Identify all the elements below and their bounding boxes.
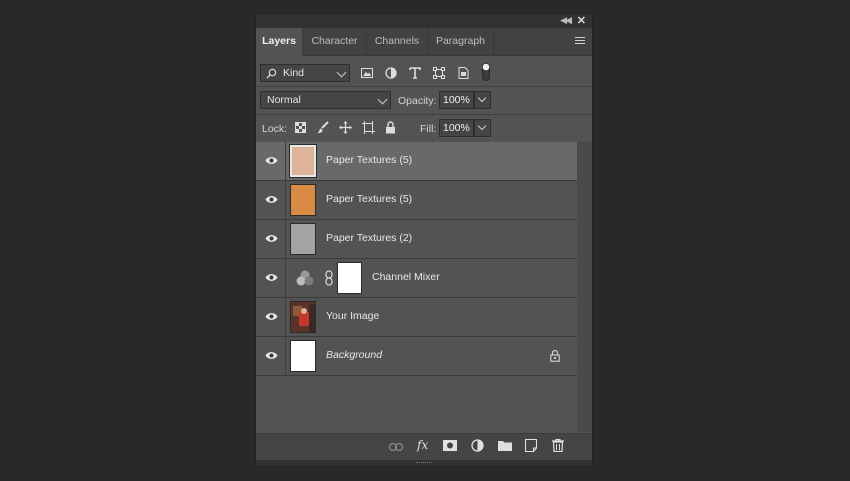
delete-layer-icon[interactable]	[552, 439, 564, 452]
layer-thumbnail	[290, 340, 316, 372]
lock-position-icon[interactable]	[339, 121, 352, 134]
lock-paint-icon[interactable]	[317, 121, 329, 134]
layer-row[interactable]: Your Image	[256, 298, 577, 337]
opacity-label: Opacity:	[398, 95, 437, 107]
layers-bottom-toolbar: fx	[256, 433, 592, 460]
layer-row[interactable]: Paper Textures (2)	[256, 220, 577, 259]
opacity-input[interactable]: 100%	[439, 91, 474, 109]
layer-row[interactable]: Channel Mixer	[256, 259, 577, 298]
layer-row[interactable]: Background	[256, 337, 577, 376]
layer-name[interactable]: Background	[326, 349, 382, 361]
tab-character[interactable]: Character	[303, 28, 367, 55]
new-layer-icon[interactable]	[525, 439, 537, 452]
tab-channels[interactable]: Channels	[367, 28, 428, 55]
layer-thumbnail	[290, 184, 316, 216]
lock-row: Lock: Fill: 100%	[256, 115, 592, 142]
new-adjustment-icon[interactable]	[471, 439, 484, 452]
layer-name[interactable]: Paper Textures (5)	[326, 193, 412, 205]
link-layers-icon[interactable]	[389, 443, 403, 451]
lock-all-icon[interactable]	[385, 121, 396, 134]
layer-name[interactable]: Your Image	[326, 310, 379, 322]
fill-dropdown-button[interactable]	[474, 119, 491, 137]
filter-row: Kind	[256, 56, 592, 86]
visibility-eye-icon[interactable]	[265, 195, 278, 204]
smart-object-filter-icon[interactable]	[457, 67, 469, 79]
fx-icon[interactable]: fx	[417, 438, 428, 452]
filter-toggle-icon[interactable]	[482, 63, 490, 81]
layers-scrollbar[interactable]	[577, 142, 592, 432]
layer-thumbnail	[289, 144, 317, 178]
panel-title-bar: ◀◀ ✕	[256, 14, 592, 28]
lock-icon	[550, 350, 560, 362]
collapse-icon[interactable]: ◀◀	[560, 15, 572, 26]
blend-mode-dropdown[interactable]: Normal	[260, 91, 391, 109]
layer-name[interactable]: Paper Textures (2)	[326, 232, 412, 244]
fill-input[interactable]: 100%	[439, 119, 474, 137]
type-filter-icon[interactable]	[409, 67, 421, 79]
visibility-eye-icon[interactable]	[265, 273, 278, 282]
link-icon[interactable]	[325, 270, 333, 286]
layer-mask-thumbnail[interactable]	[337, 262, 362, 294]
filter-kind-label: Kind	[283, 67, 305, 79]
lock-transparent-icon[interactable]	[295, 122, 306, 133]
tab-bar: Layers Character Channels Paragraph	[256, 28, 592, 56]
image-filter-icon[interactable]	[361, 68, 373, 78]
layer-name[interactable]: Channel Mixer	[372, 271, 440, 283]
visibility-eye-icon[interactable]	[265, 351, 278, 360]
resize-grip[interactable]	[256, 460, 592, 466]
add-mask-icon[interactable]	[443, 440, 457, 451]
filter-kind-dropdown[interactable]: Kind	[260, 64, 350, 82]
layer-name[interactable]: Paper Textures (5)	[326, 154, 412, 166]
opacity-dropdown-button[interactable]	[474, 91, 491, 109]
close-icon[interactable]: ✕	[577, 14, 586, 27]
layer-row[interactable]: Paper Textures (5)	[256, 142, 577, 181]
visibility-eye-icon[interactable]	[265, 234, 278, 243]
adjustment-filter-icon[interactable]	[385, 67, 397, 79]
new-group-icon[interactable]	[498, 440, 512, 451]
tab-layers[interactable]: Layers	[256, 28, 303, 56]
visibility-eye-icon[interactable]	[265, 312, 278, 321]
panel-menu-icon[interactable]	[575, 37, 585, 45]
blend-row: Normal Opacity: 100%	[256, 87, 592, 114]
layer-row[interactable]: Paper Textures (5)	[256, 181, 577, 220]
fill-label: Fill:	[420, 123, 437, 135]
shape-filter-icon[interactable]	[433, 67, 445, 79]
layer-thumbnail	[290, 301, 316, 333]
channel-mixer-icon	[296, 270, 314, 286]
layers-panel: ◀◀ ✕ Layers Character Channels Paragraph…	[255, 13, 593, 467]
lock-artboard-icon[interactable]	[362, 121, 375, 134]
blend-mode-value: Normal	[267, 94, 301, 106]
search-icon	[266, 68, 277, 79]
tab-paragraph[interactable]: Paragraph	[428, 28, 494, 55]
visibility-eye-icon[interactable]	[265, 156, 278, 165]
lock-label: Lock:	[262, 123, 288, 135]
layer-thumbnail	[290, 223, 316, 255]
